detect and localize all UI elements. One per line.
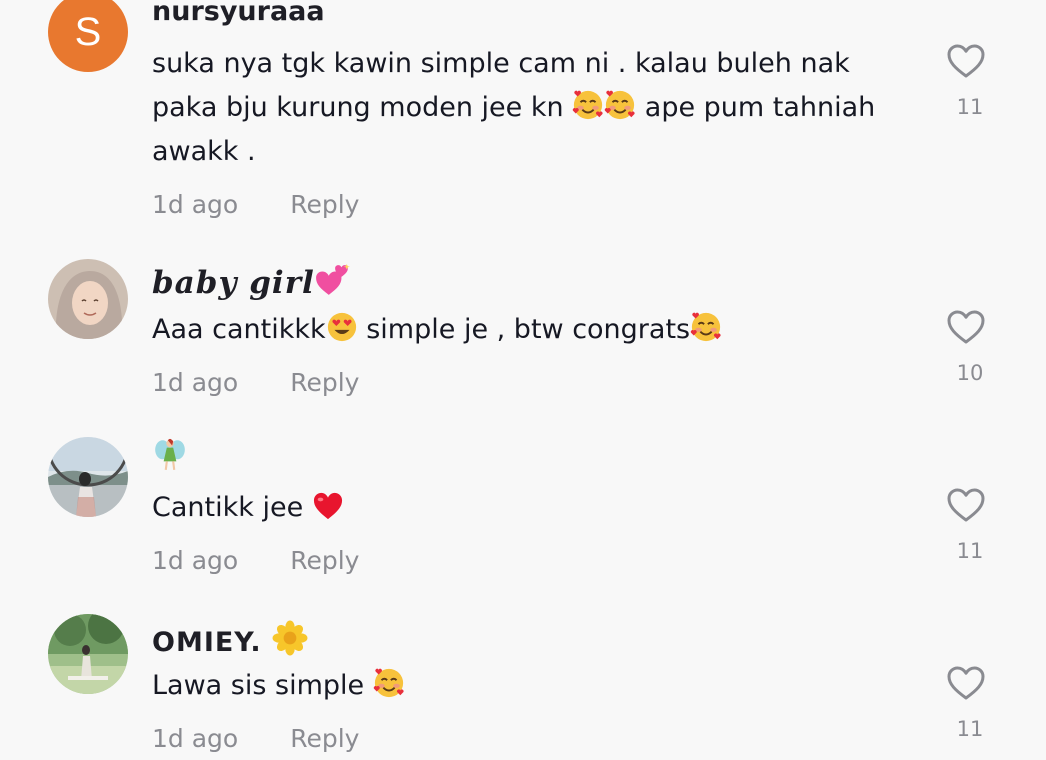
avatar[interactable] — [48, 437, 128, 517]
comment-text: suka nya tgk kawin simple cam ni . kalau… — [152, 42, 922, 174]
like-heart-icon[interactable] — [946, 487, 986, 523]
comment-time: 1d ago — [152, 546, 239, 575]
smiling-face-with-hearts-icon — [373, 667, 405, 699]
comment-text-segment: Aaa cantikkk — [152, 314, 326, 345]
two-hearts-icon — [315, 262, 351, 298]
comment-meta: 1d ago Reply — [152, 190, 359, 219]
like-heart-icon[interactable] — [946, 665, 986, 701]
comment-text: Cantikk jee — [152, 486, 922, 530]
reply-button[interactable]: Reply — [290, 368, 359, 397]
username[interactable] — [152, 436, 188, 474]
like-heart-icon[interactable] — [946, 43, 986, 79]
comment-meta: 1d ago Reply — [152, 724, 359, 753]
profile-photo — [48, 614, 128, 694]
like-count: 10 — [956, 361, 984, 385]
username[interactable]: nursyuraaa — [152, 0, 325, 27]
fairy-icon — [152, 436, 188, 472]
like-count: 11 — [956, 717, 984, 741]
comment-text-segment: Lawa sis simple — [152, 670, 373, 701]
like-count: 11 — [956, 539, 984, 563]
avatar[interactable] — [48, 259, 128, 339]
like-count: 11 — [956, 95, 984, 119]
smiling-face-with-hearts-icon — [690, 311, 722, 343]
comment-text-segment: paka bju kurung moden jee kn — [152, 92, 573, 123]
smiling-face-with-hearts-icon — [572, 89, 604, 121]
avatar[interactable]: S — [48, 0, 128, 72]
comment-text-segment: ape pum tahniah — [636, 92, 876, 123]
reply-button[interactable]: Reply — [290, 190, 359, 219]
comment-time: 1d ago — [152, 368, 239, 397]
comment-time: 1d ago — [152, 190, 239, 219]
username-text: OMIEY. — [152, 627, 262, 658]
username[interactable]: baby girl — [152, 262, 351, 301]
avatar[interactable] — [48, 614, 128, 694]
profile-photo — [48, 259, 128, 339]
comment-time: 1d ago — [152, 724, 239, 753]
username-text: baby girl — [152, 265, 315, 301]
comment-text-segment: simple je , btw congrats — [357, 314, 691, 345]
avatar-letter: S — [74, 9, 102, 54]
comment-text-line: paka bju kurung moden jee kn ape pum tah… — [152, 86, 922, 130]
heart-eyes-icon — [326, 311, 358, 343]
comment-text: Lawa sis simple — [152, 664, 922, 708]
comment-meta: 1d ago Reply — [152, 368, 359, 397]
like-heart-icon[interactable] — [946, 309, 986, 345]
comment-text: Aaa cantikkk simple je , btw congrats — [152, 308, 922, 352]
comment-text-segment: Cantikk jee — [152, 492, 312, 523]
username[interactable]: OMIEY. — [152, 620, 308, 658]
reply-button[interactable]: Reply — [290, 546, 359, 575]
comment-meta: 1d ago Reply — [152, 546, 359, 575]
profile-photo — [48, 437, 128, 517]
blossom-icon — [272, 620, 308, 656]
reply-button[interactable]: Reply — [290, 724, 359, 753]
comment-text-line: awakk . — [152, 136, 256, 167]
red-heart-icon — [312, 491, 344, 521]
comment-text-line: suka nya tgk kawin simple cam ni . kalau… — [152, 48, 850, 79]
smiling-face-with-hearts-icon — [604, 89, 636, 121]
